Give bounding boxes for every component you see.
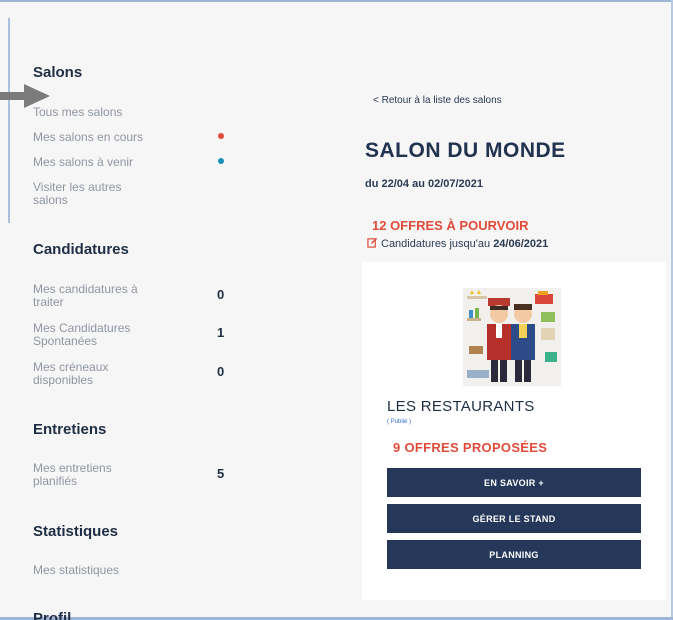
restaurant-staff-illustration	[463, 288, 561, 386]
status-dot-red	[218, 133, 224, 139]
count-candidatures-a-traiter: 0	[217, 287, 225, 302]
offres-count: 12 OFFRES À POURVOIR	[372, 218, 529, 233]
count-entretiens-planifies: 5	[217, 466, 225, 481]
page-title: SALON DU MONDE	[365, 139, 566, 162]
count-candidatures-spontanees: 1	[217, 325, 225, 340]
section-title-candidatures: Candidatures	[33, 241, 129, 258]
section-title-statistiques: Statistiques	[33, 523, 119, 540]
status-dot-blue	[218, 158, 224, 164]
sidebar-item-salons-en-cours[interactable]: Mes salons en cours	[33, 131, 143, 144]
section-title-profil: Profil	[33, 610, 72, 620]
salon-dates: du 22/04 au 02/07/2021	[365, 178, 484, 190]
deadline-date: 24/06/2021	[493, 238, 549, 250]
sidebar-item-creneaux-disponibles[interactable]: Mes créneaux disponibles	[33, 361, 153, 387]
sidebar-item-candidatures-spontanees[interactable]: Mes Candidatures Spontanées	[33, 322, 153, 348]
stand-name: LES RESTAURANTS	[387, 398, 535, 415]
sidebar-item-candidatures-a-traiter[interactable]: Mes candidatures à traiter	[33, 283, 153, 309]
sidebar-item-salons-a-venir[interactable]: Mes salons à venir	[33, 156, 133, 169]
section-title-entretiens: Entretiens	[33, 421, 107, 438]
pointer-arrow-icon	[0, 84, 50, 108]
edit-icon	[367, 237, 378, 248]
back-to-salons-link[interactable]: < Retour à la liste des salons	[373, 95, 502, 106]
planning-button[interactable]: PLANNING	[387, 540, 641, 569]
stand-offres-count: 9 OFFRES PROPOSÉES	[393, 440, 548, 455]
sidebar-item-entretiens-planifies[interactable]: Mes entretiens planifiés	[33, 462, 153, 488]
deadline-prefix: Candidatures jusqu'au	[381, 238, 494, 250]
section-title-salons: Salons	[33, 64, 83, 81]
sidebar-item-autres-salons[interactable]: Visiter les autres salons	[33, 181, 153, 207]
count-creneaux-disponibles: 0	[217, 364, 225, 379]
sidebar-item-mes-statistiques[interactable]: Mes statistiques	[33, 564, 119, 577]
gerer-le-stand-button[interactable]: GÉRER LE STAND	[387, 504, 641, 533]
candidatures-deadline: Candidatures jusqu'au 24/06/2021	[367, 237, 548, 250]
stand-card: LES RESTAURANTS ( Publié ) 9 OFFRES PROP…	[362, 262, 666, 600]
en-savoir-plus-button[interactable]: EN SAVOIR +	[387, 468, 641, 497]
status-badge: ( Publié )	[387, 419, 412, 425]
